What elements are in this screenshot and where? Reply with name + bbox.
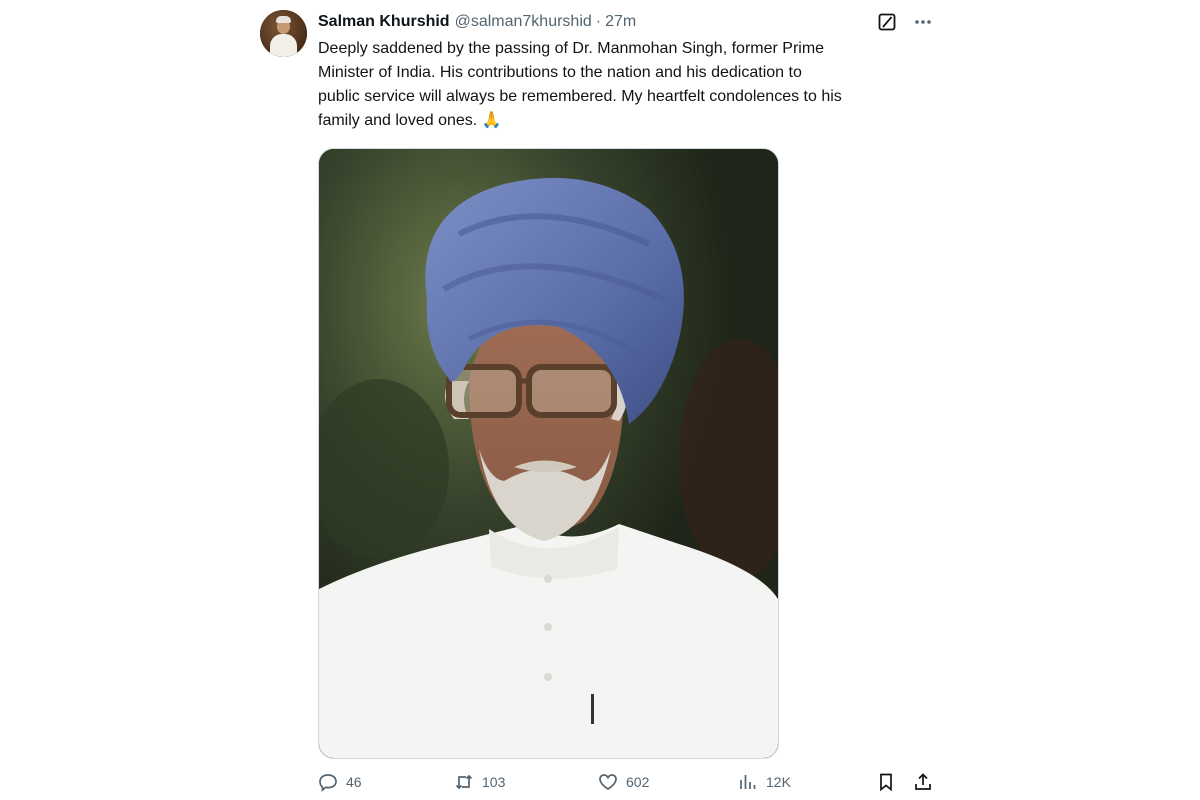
like-count: 602 [626, 774, 650, 790]
share-button[interactable] [913, 772, 933, 792]
bookmark-button[interactable] [876, 772, 896, 792]
more-icon[interactable] [912, 11, 934, 33]
grok-icon[interactable] [876, 11, 898, 33]
repost-button[interactable]: 103 [454, 772, 505, 792]
author-avatar[interactable] [260, 10, 307, 57]
reply-count: 46 [346, 774, 362, 790]
tweet-timestamp[interactable]: 27m [605, 13, 636, 31]
author-handle[interactable]: @salman7khurshid [455, 13, 592, 31]
views-button[interactable]: 12K [738, 772, 791, 792]
reply-button[interactable]: 46 [318, 772, 362, 792]
tweet-header: Salman Khurshid @salman7khurshid · 27m [318, 12, 636, 32]
portrait-image [319, 149, 778, 758]
repost-icon [455, 774, 473, 790]
like-button[interactable]: 602 [598, 772, 649, 792]
header-separator: · [595, 13, 602, 30]
heart-icon [599, 774, 617, 791]
views-icon [740, 775, 756, 789]
repost-count: 103 [482, 774, 506, 790]
views-count: 12K [766, 774, 791, 790]
reply-icon [319, 774, 337, 792]
tweet-actions-bar: 46 103 602 12K [318, 772, 938, 796]
tweet-text: Deeply saddened by the passing of Dr. Ma… [318, 40, 842, 129]
tweet-top-actions [876, 11, 934, 33]
bookmark-icon [880, 773, 892, 792]
author-name[interactable]: Salman Khurshid [318, 13, 450, 31]
share-icon [915, 773, 931, 790]
tweet-media-photo[interactable] [318, 148, 779, 759]
tweet: Salman Khurshid @salman7khurshid · 27m D… [0, 0, 1200, 800]
